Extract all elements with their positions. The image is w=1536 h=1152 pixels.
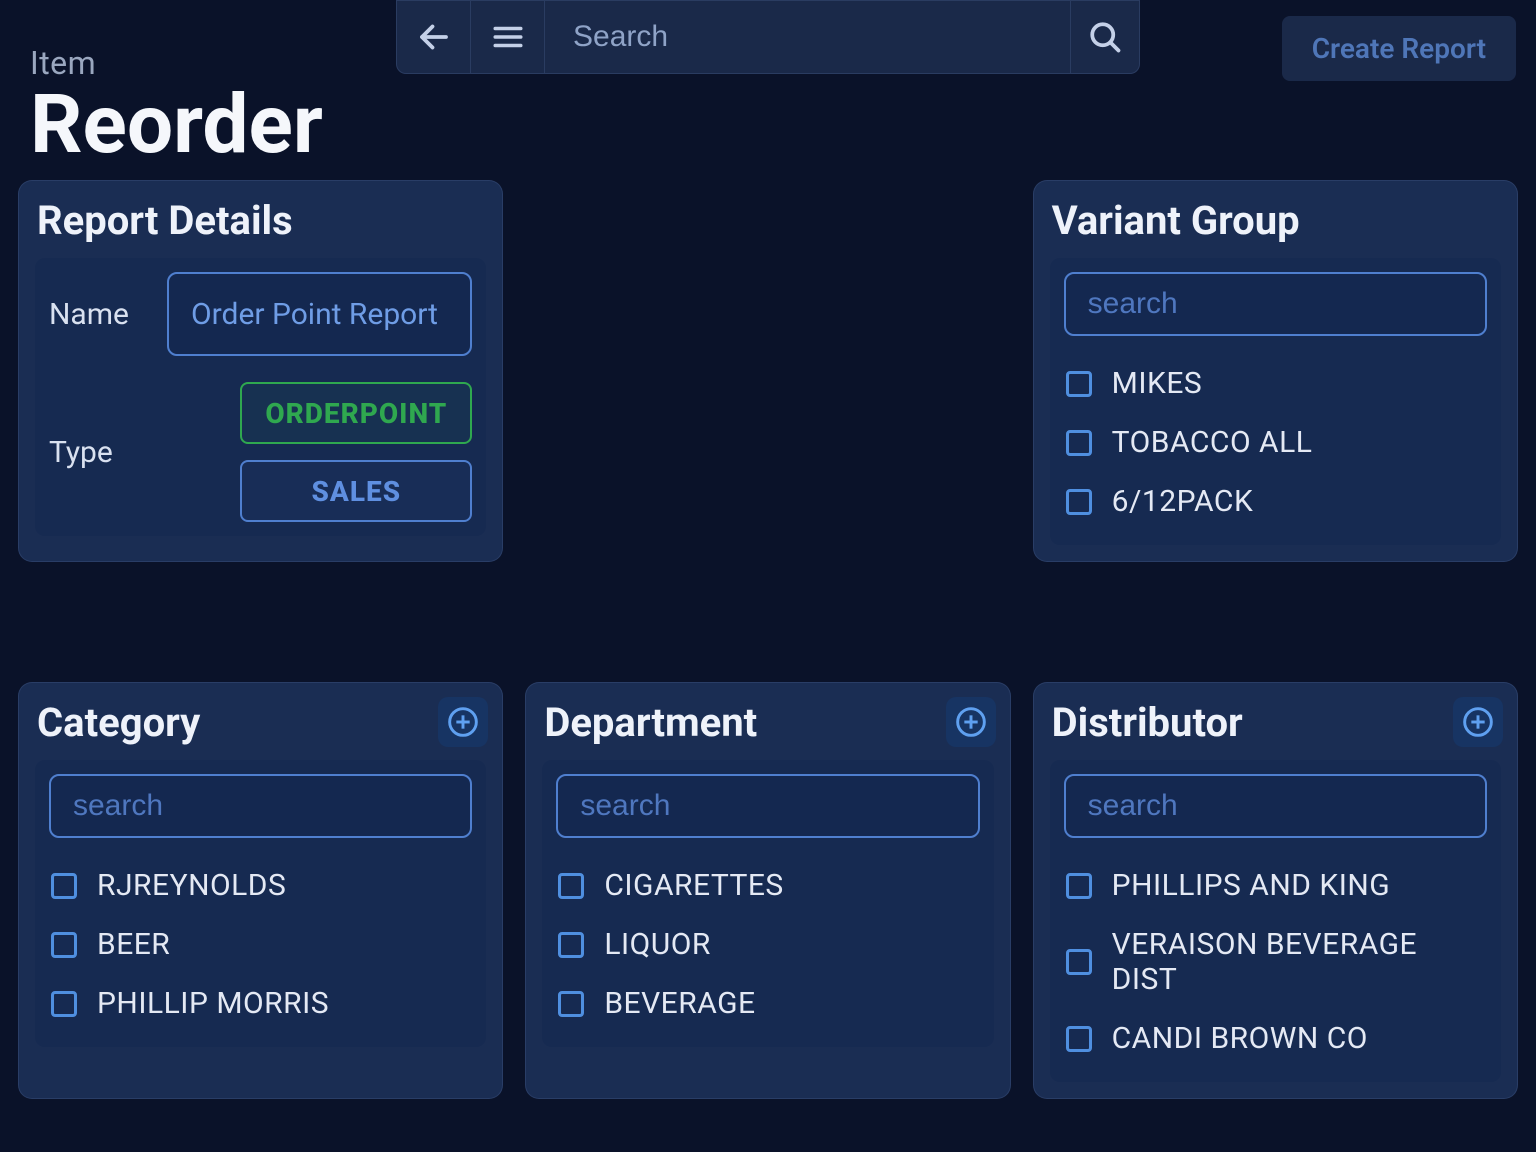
item-label: CANDI BROWN CO — [1112, 1021, 1368, 1056]
list-item[interactable]: LIQUOR — [556, 915, 979, 974]
checkbox-icon — [51, 873, 77, 899]
category-card: Category RJREYNOLDS BEER PHILLIP MORRIS — [18, 682, 503, 1099]
item-label: PHILLIPS AND KING — [1112, 868, 1391, 903]
global-search — [545, 1, 1071, 73]
distributor-search[interactable] — [1064, 774, 1487, 838]
list-item[interactable]: 6/12PACK — [1064, 472, 1487, 531]
checkbox-icon — [558, 873, 584, 899]
item-label: BEVERAGE — [604, 986, 755, 1021]
plus-circle-icon — [447, 706, 479, 738]
list-item[interactable]: CIGARETTES — [556, 856, 979, 915]
checkbox-icon — [1066, 1026, 1092, 1052]
card-title: Report Details — [35, 197, 486, 244]
checkbox-icon — [51, 932, 77, 958]
card-title: Variant Group — [1050, 197, 1501, 244]
back-button[interactable] — [397, 1, 471, 73]
variant-group-card: Variant Group MIKES TOBACCO ALL 6/12PACK — [1033, 180, 1518, 562]
list-item[interactable]: PHILLIPS AND KING — [1064, 856, 1487, 915]
item-label: RJREYNOLDS — [97, 868, 286, 903]
item-label: VERAISON BEVERAGE DIST — [1112, 927, 1485, 997]
report-details-card: Report Details Name Order Point Report T… — [18, 180, 503, 562]
list-item[interactable]: VERAISON BEVERAGE DIST — [1064, 915, 1487, 1009]
page-title: Reorder — [30, 82, 1518, 168]
report-details-body: Name Order Point Report Type ORDERPOINT … — [35, 258, 486, 536]
search-icon — [1087, 19, 1123, 55]
checkbox-icon — [1066, 489, 1092, 515]
item-label: MIKES — [1112, 366, 1203, 401]
card-title: Distributor — [1050, 699, 1501, 746]
checkbox-icon — [1066, 873, 1092, 899]
checkbox-icon — [1066, 949, 1092, 975]
type-option-orderpoint[interactable]: ORDERPOINT — [240, 382, 472, 444]
add-department-button[interactable] — [946, 697, 996, 747]
card-title: Category — [35, 699, 486, 746]
hamburger-icon — [491, 20, 525, 54]
type-label: Type — [49, 435, 145, 470]
list-item[interactable]: RJREYNOLDS — [49, 856, 472, 915]
list-item[interactable]: PHILLIP MORRIS — [49, 974, 472, 1033]
item-label: PHILLIP MORRIS — [97, 986, 329, 1021]
list-item[interactable]: MIKES — [1064, 354, 1487, 413]
checkbox-icon — [1066, 430, 1092, 456]
variant-group-search[interactable] — [1064, 272, 1487, 336]
checkbox-icon — [1066, 371, 1092, 397]
department-list: CIGARETTES LIQUOR BEVERAGE — [556, 856, 979, 1033]
item-label: LIQUOR — [604, 927, 711, 962]
item-label: CIGARETTES — [604, 868, 783, 903]
list-item[interactable]: BEER — [49, 915, 472, 974]
list-item[interactable]: BEVERAGE — [556, 974, 979, 1033]
category-list: RJREYNOLDS BEER PHILLIP MORRIS — [49, 856, 472, 1033]
distributor-list: PHILLIPS AND KING VERAISON BEVERAGE DIST… — [1064, 856, 1487, 1068]
report-name-input[interactable]: Order Point Report — [167, 272, 472, 356]
global-search-input[interactable] — [573, 20, 1042, 54]
item-label: 6/12PACK — [1112, 484, 1254, 519]
checkbox-icon — [558, 932, 584, 958]
department-card: Department CIGARETTES LIQUOR BEVERAGE — [525, 682, 1010, 1099]
plus-circle-icon — [955, 706, 987, 738]
variant-group-list: MIKES TOBACCO ALL 6/12PACK — [1064, 354, 1487, 531]
checkbox-icon — [558, 991, 584, 1017]
item-label: BEER — [97, 927, 170, 962]
list-item[interactable]: CANDI BROWN CO — [1064, 1009, 1487, 1068]
add-distributor-button[interactable] — [1453, 697, 1503, 747]
search-button[interactable] — [1071, 1, 1139, 73]
plus-circle-icon — [1462, 706, 1494, 738]
checkbox-icon — [51, 991, 77, 1017]
create-report-button[interactable]: Create Report — [1282, 16, 1516, 81]
topbar — [396, 0, 1140, 74]
department-search[interactable] — [556, 774, 979, 838]
arrow-left-icon — [416, 19, 452, 55]
type-option-sales[interactable]: SALES — [240, 460, 472, 522]
list-item[interactable]: TOBACCO ALL — [1064, 413, 1487, 472]
name-label: Name — [49, 297, 145, 332]
menu-button[interactable] — [471, 1, 545, 73]
category-search[interactable] — [49, 774, 472, 838]
distributor-card: Distributor PHILLIPS AND KING VERAISON B… — [1033, 682, 1518, 1099]
add-category-button[interactable] — [438, 697, 488, 747]
item-label: TOBACCO ALL — [1112, 425, 1313, 460]
card-title: Department — [542, 699, 993, 746]
